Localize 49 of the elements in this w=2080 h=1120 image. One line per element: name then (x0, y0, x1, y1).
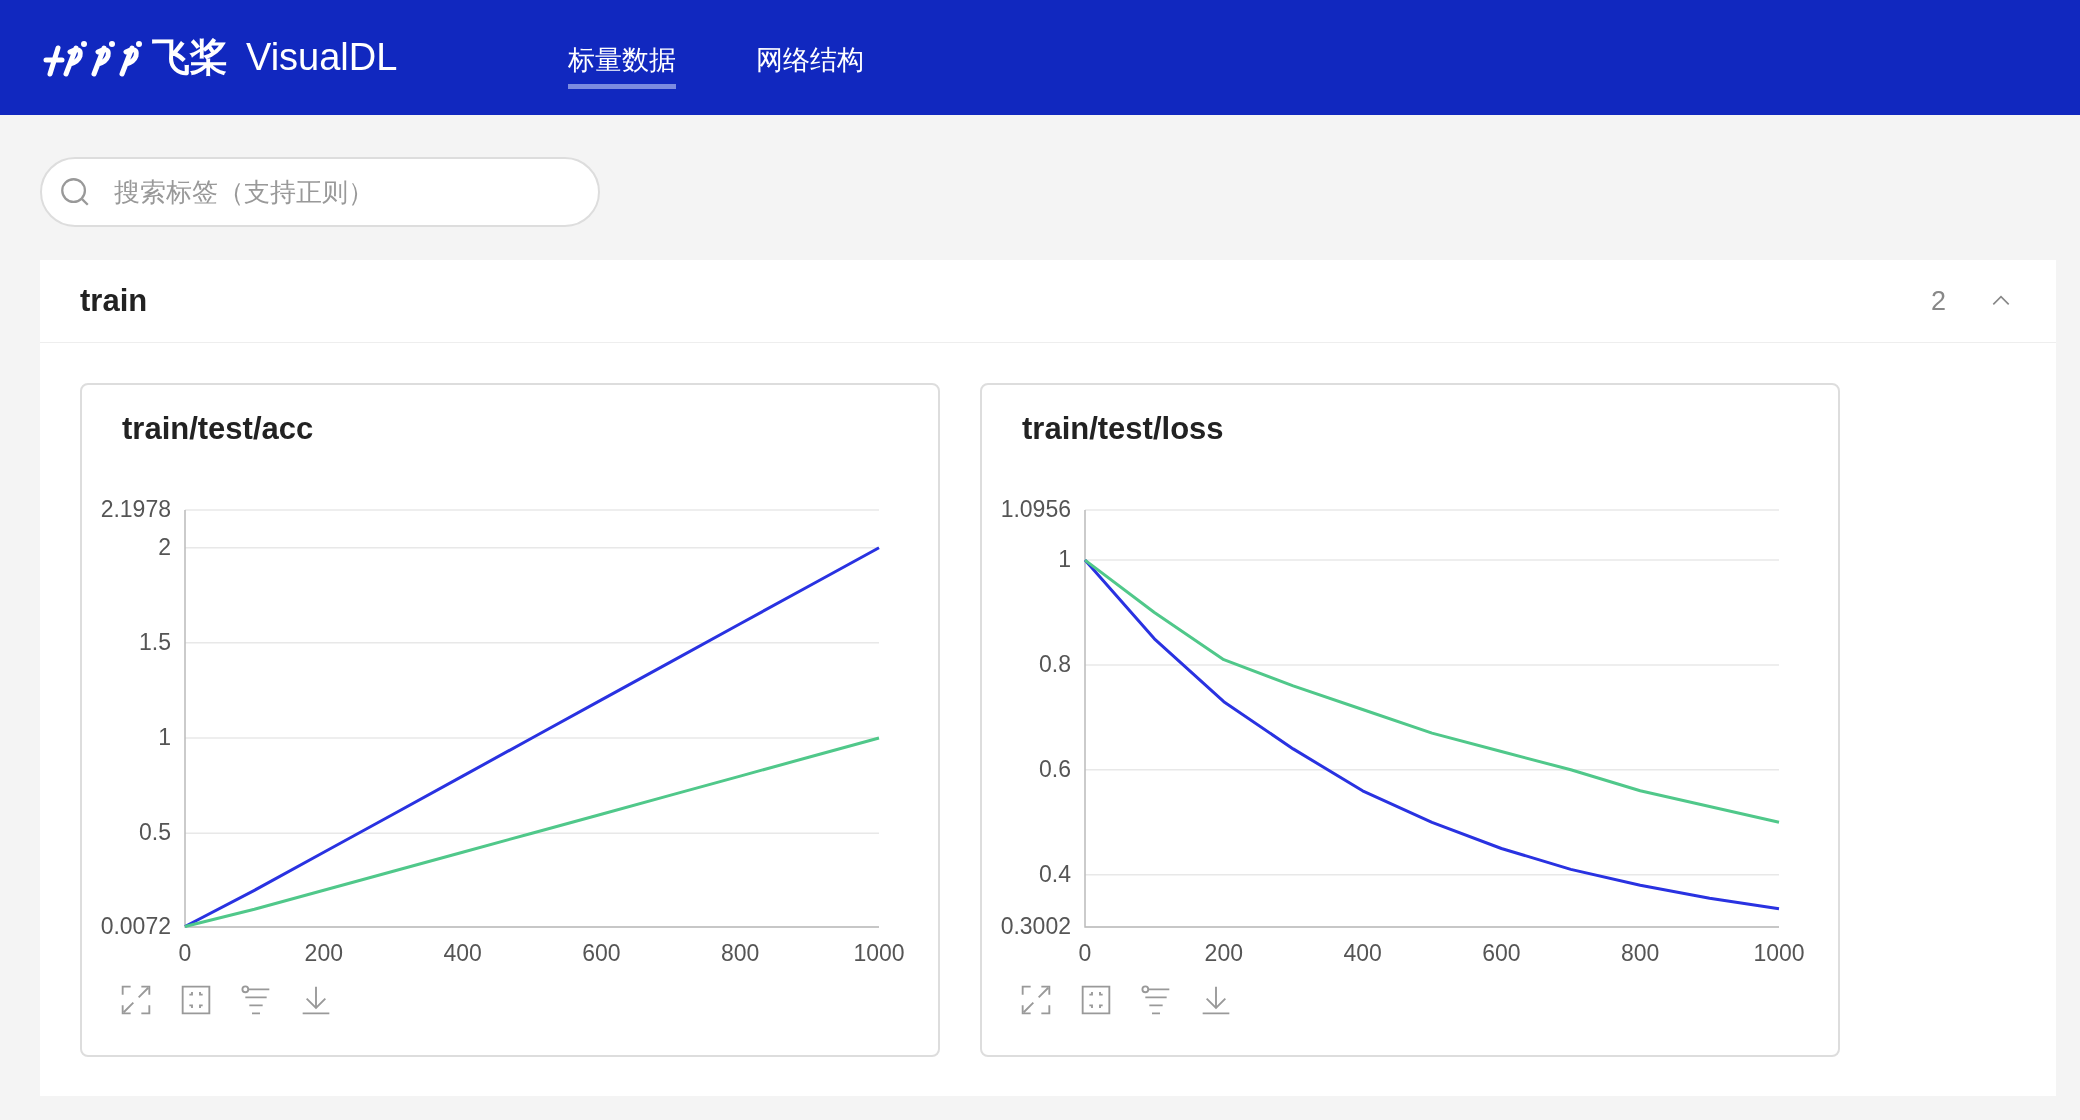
y-axis-label: 2 (158, 533, 171, 560)
section-title: train (80, 283, 149, 319)
app-name: VisualDL (246, 36, 398, 79)
download-button[interactable] (300, 984, 332, 1016)
y-axis-label: 0.0072 (100, 913, 171, 939)
y-axis-label: 0.8 (1039, 650, 1071, 677)
search-field[interactable]: 搜索标签（支持正则） (40, 157, 600, 227)
y-axis-label: 1.5 (139, 628, 171, 655)
x-axis-label: 200 (1204, 940, 1243, 966)
expand-icon (1020, 984, 1052, 1016)
y-axis-label: 0.6 (1039, 755, 1071, 782)
chart-count: 2 (1930, 285, 1946, 317)
fullscreen-button[interactable] (120, 984, 152, 1016)
y-axis-label: 0.5 (139, 819, 171, 846)
filter-icon (1140, 984, 1172, 1016)
x-axis-label: 1000 (853, 940, 905, 966)
frame-icon (1080, 984, 1112, 1016)
y-axis-label: 1.0956 (1000, 496, 1071, 522)
x-axis-label: 0 (1078, 940, 1092, 966)
download-icon (1200, 984, 1232, 1016)
frame-icon (180, 984, 212, 1016)
x-axis-label: 200 (304, 940, 343, 966)
y-axis-label: 1 (158, 724, 171, 750)
download-icon (300, 984, 332, 1016)
nav-tab[interactable]: 标量数据 (568, 36, 676, 89)
x-axis-label: 600 (582, 940, 621, 966)
chart-title: train/test/acc (121, 411, 315, 448)
chart-title: train/test/loss (1021, 411, 1225, 448)
logo-text: 飞桨 (152, 35, 228, 80)
x-axis-label: 600 (1482, 940, 1521, 966)
expand-icon (120, 984, 152, 1016)
x-axis-label: 400 (1343, 940, 1382, 966)
filter-button[interactable] (240, 984, 272, 1016)
nav-tab[interactable]: 网络结构 (756, 36, 864, 89)
y-axis-label: 0.4 (1039, 860, 1071, 887)
filter-icon (240, 984, 272, 1016)
y-axis-label: 1 (1058, 546, 1071, 573)
fullscreen-button[interactable] (1020, 984, 1052, 1016)
download-button[interactable] (1200, 984, 1232, 1016)
x-axis-label: 800 (721, 940, 760, 966)
x-axis-label: 400 (443, 940, 482, 966)
y-axis-label: 0.3002 (1000, 913, 1071, 939)
x-axis-label: 0 (178, 940, 192, 966)
fit-button[interactable] (180, 984, 212, 1016)
y-axis-label: 2.1978 (100, 496, 171, 522)
fit-button[interactable] (1080, 984, 1112, 1016)
x-axis-label: 800 (1621, 940, 1660, 966)
x-axis-label: 1000 (1753, 940, 1805, 966)
filter-button[interactable] (1140, 984, 1172, 1016)
